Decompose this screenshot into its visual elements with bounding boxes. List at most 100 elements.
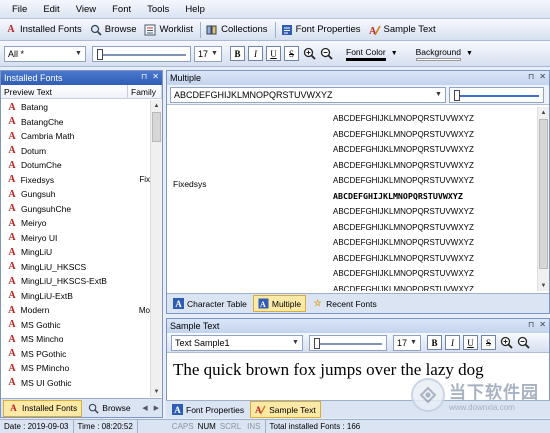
sample-line: ABCDEFGHIJKLMNOPQRSTUVWXYZ — [333, 176, 474, 186]
font-list: A Batang A BatangChe A Cambria Math A Dotum A Dot… — [1, 100, 150, 397]
menu-edit[interactable]: Edit — [35, 4, 67, 15]
close-icon[interactable]: ✕ — [539, 320, 546, 329]
scroll-up-icon[interactable]: ▲ — [538, 107, 549, 118]
font-name: MS UI Gothic — [21, 377, 72, 388]
status-date: Date : 2019-09-03 — [0, 420, 74, 433]
filter-combo[interactable]: All * ▼ — [4, 45, 86, 62]
italic-button[interactable]: I — [445, 335, 460, 350]
vertical-scrollbar[interactable]: ▲ ▼ — [537, 107, 549, 291]
status-ins: INS — [243, 420, 266, 433]
list-item[interactable]: A Modern Mo — [1, 303, 150, 318]
list-item[interactable]: A MingLiU — [1, 245, 150, 260]
scroll-thumb[interactable] — [539, 119, 548, 269]
sample-line: ABCDEFGHIJKLMNOPQRSTUVWXYZ — [333, 160, 474, 170]
scroll-thumb[interactable] — [152, 112, 161, 142]
tab-installed-fonts[interactable]: A Installed Fonts — [3, 399, 83, 417]
list-item[interactable]: A Meiryo UI — [1, 231, 150, 246]
strikethrough-button[interactable]: S — [284, 46, 299, 61]
list-item[interactable]: A Meiryo — [1, 216, 150, 231]
scroll-up-icon[interactable]: ▲ — [151, 100, 162, 111]
background-color-picker[interactable]: Background — [415, 47, 461, 61]
strikethrough-button[interactable]: S — [481, 335, 496, 350]
zoom-in-icon[interactable] — [302, 47, 316, 61]
bold-button[interactable]: B — [427, 335, 442, 350]
list-item[interactable]: A Dotum — [1, 144, 150, 159]
list-header: Preview Text Family — [1, 85, 162, 99]
underline-button[interactable]: U — [266, 46, 281, 61]
menu-help[interactable]: Help — [177, 4, 213, 15]
list-item[interactable]: A BatangChe — [1, 115, 150, 130]
size-combo[interactable]: 17 ▼ — [194, 45, 222, 62]
multiple-size-slider[interactable] — [449, 86, 544, 103]
list-item[interactable]: A GungsuhChe — [1, 202, 150, 217]
close-icon[interactable]: ✕ — [152, 72, 159, 81]
installed-fonts-button[interactable]: A Installed Fonts — [2, 21, 85, 39]
list-item[interactable]: A MingLiU_HKSCS-ExtB — [1, 274, 150, 289]
list-item[interactable]: A MS PMincho — [1, 361, 150, 376]
tab-sample-text[interactable]: A Sample Text — [250, 401, 321, 418]
tab-scroll-left-icon[interactable]: ◀ — [142, 404, 147, 412]
list-item[interactable]: A MS Gothic — [1, 318, 150, 333]
zoom-in-icon[interactable] — [499, 336, 513, 350]
list-item[interactable]: A MS UI Gothic — [1, 376, 150, 391]
slider-thumb[interactable] — [454, 89, 460, 101]
chevron-down-icon[interactable]: ▼ — [391, 50, 398, 57]
slider-thumb[interactable] — [314, 337, 320, 349]
watermark-title: 当下软件园 — [449, 383, 539, 402]
tab-scroll-right-icon[interactable]: ▶ — [154, 404, 159, 412]
tab-multiple[interactable]: A Multiple — [252, 295, 307, 312]
font-a-icon: A — [10, 403, 17, 413]
underline-button[interactable]: U — [463, 335, 478, 350]
main-toolbar: A Installed Fonts Browse Worklist Collec… — [0, 19, 550, 41]
font-color-picker[interactable]: Font Color — [346, 47, 386, 61]
list-item[interactable]: A MS Mincho — [1, 332, 150, 347]
zoom-out-icon[interactable] — [516, 336, 530, 350]
multiple-sample-combo[interactable]: ABCDEFGHIJKLMNOPQRSTUVWXYZ ▼ — [170, 86, 446, 103]
sample-size-combo[interactable]: 17 ▼ — [393, 334, 421, 351]
sample-line: ABCDEFGHIJKLMNOPQRSTUVWXYZ — [333, 222, 474, 232]
list-item[interactable]: A Gungsuh — [1, 187, 150, 202]
sample-size-slider[interactable] — [309, 334, 387, 351]
sample-toolbar: Text Sample1 ▼ 17 ▼ B I U S — [167, 333, 549, 353]
list-item[interactable]: A Cambria Math — [1, 129, 150, 144]
worklist-button[interactable]: Worklist — [141, 21, 196, 39]
menu-font[interactable]: Font — [104, 4, 139, 15]
menu-file[interactable]: File — [4, 4, 35, 15]
pin-icon[interactable]: ⊓ — [141, 72, 147, 81]
slider-thumb[interactable] — [97, 48, 103, 60]
pin-icon[interactable]: ⊓ — [528, 72, 534, 81]
scroll-down-icon[interactable]: ▼ — [151, 386, 162, 397]
menu-tools[interactable]: Tools — [139, 4, 177, 15]
list-item[interactable]: A Fixedsys Fix — [1, 173, 150, 188]
sample-text-button[interactable]: A Sample Text — [366, 21, 439, 39]
list-item[interactable]: A MingLiU_HKSCS — [1, 260, 150, 275]
tab-character-table[interactable]: A Character Table — [169, 295, 251, 312]
zoom-out-icon[interactable] — [319, 47, 333, 61]
browse-button[interactable]: Browse — [87, 21, 140, 39]
collections-button[interactable]: Collections — [203, 21, 270, 39]
list-item[interactable]: A MS PGothic — [1, 347, 150, 362]
font-name: MingLiU-ExtB — [21, 290, 73, 301]
list-item[interactable]: A MingLiU-ExtB — [1, 289, 150, 304]
font-name: MingLiU — [21, 247, 53, 258]
bold-button[interactable]: B — [230, 46, 245, 61]
watermark-url: www.downxia.com — [449, 403, 515, 412]
chevron-down-icon[interactable]: ▼ — [466, 50, 473, 57]
size-slider[interactable] — [92, 45, 191, 62]
menu-view[interactable]: View — [68, 4, 104, 15]
scroll-down-icon[interactable]: ▼ — [538, 280, 549, 291]
close-icon[interactable]: ✕ — [539, 72, 546, 81]
tab-recent-fonts[interactable]: ☆ Recent Fonts — [308, 295, 381, 312]
sample-select[interactable]: Text Sample1 ▼ — [171, 334, 303, 351]
list-item[interactable]: A Batang — [1, 100, 150, 115]
font-properties-button[interactable]: Font Properties — [278, 21, 364, 39]
vertical-scrollbar[interactable]: ▲ ▼ — [150, 100, 162, 397]
tab-font-properties[interactable]: A Font Properties — [168, 401, 248, 418]
italic-button[interactable]: I — [248, 46, 263, 61]
font-a-icon: A — [8, 377, 16, 389]
col-family[interactable]: Family — [128, 85, 162, 98]
list-item[interactable]: A DotumChe — [1, 158, 150, 173]
tab-browse[interactable]: Browse — [84, 400, 134, 417]
pin-icon[interactable]: ⊓ — [528, 320, 534, 329]
col-preview-text[interactable]: Preview Text — [1, 85, 128, 98]
